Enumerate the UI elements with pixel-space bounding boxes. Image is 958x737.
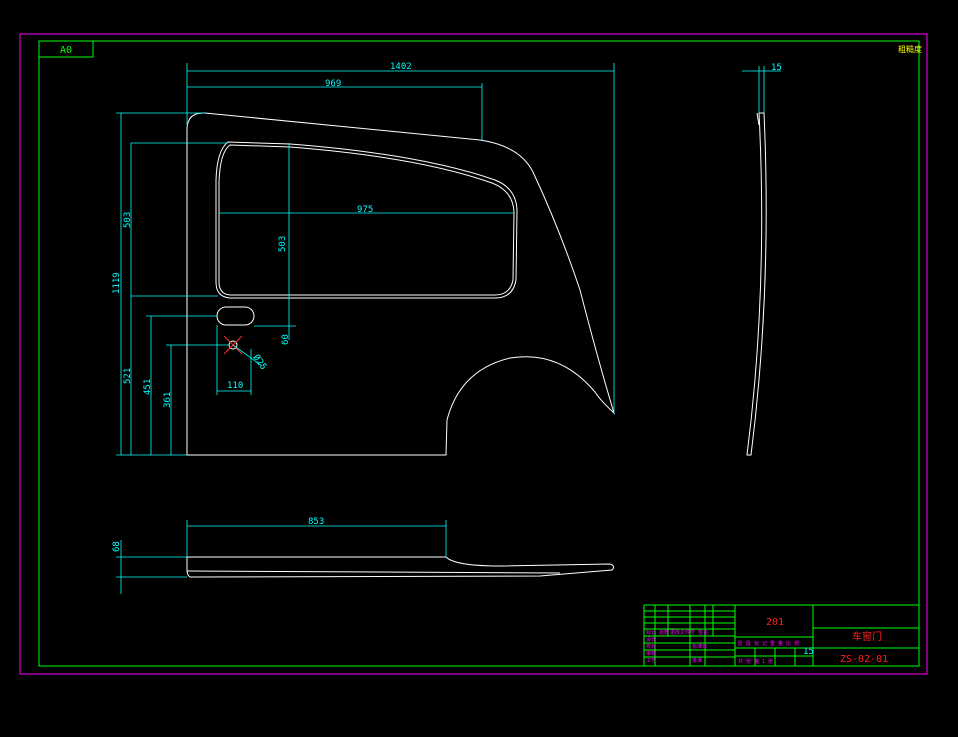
- dim-window-height: 503: [278, 236, 288, 252]
- svg-text:共 张 第 1 张: 共 张 第 1 张: [738, 658, 773, 665]
- dim-window-width: 975: [357, 205, 373, 215]
- dim-bottom-height: 68: [112, 541, 122, 552]
- side-dimension-lines: [742, 66, 781, 113]
- scale-value: 15: [803, 647, 814, 657]
- sheet-size-label: A0: [60, 45, 72, 56]
- part-name: 车窗门: [852, 630, 882, 643]
- svg-text:更改文件号 签名: 更改文件号 签名: [670, 629, 708, 636]
- svg-text:校对: 校对: [646, 643, 656, 650]
- dim-height-451: 451: [143, 379, 153, 395]
- dim-handle-offset: 110: [227, 381, 243, 391]
- cad-drawing-canvas: A0 粗糙度 1402 969 975 503 503 1119 521 451…: [19, 33, 928, 675]
- dim-hole-diameter: Ø25: [251, 352, 269, 372]
- dim-top-width: 969: [325, 79, 341, 89]
- svg-text:批准: 批准: [692, 657, 702, 664]
- outer-border: [19, 33, 928, 675]
- dimension-lines: [116, 63, 615, 456]
- door-panel-outline: [186, 112, 616, 456]
- handle-slot: [216, 306, 255, 326]
- svg-text:工艺: 工艺: [646, 658, 656, 664]
- drawing-number: ZS-02-01: [840, 654, 888, 665]
- side-profile: [746, 112, 767, 456]
- window-opening: [215, 141, 518, 299]
- dim-height-361: 361: [163, 392, 173, 408]
- material-label: 201: [766, 617, 784, 628]
- window-inner-line: [218, 144, 515, 296]
- bottom-profile: [186, 556, 615, 578]
- svg-text:审核: 审核: [646, 650, 656, 657]
- svg-text:阶 段 标 记 重 量 比 例: 阶 段 标 记 重 量 比 例: [738, 640, 799, 647]
- svg-text:标记 处数: 标记 处数: [646, 629, 669, 636]
- dim-overall-height: 1119: [112, 272, 122, 294]
- svg-text:标准化: 标准化: [692, 643, 707, 650]
- dim-lower-height: 521: [123, 368, 133, 384]
- dim-bottom-length: 853: [308, 517, 324, 527]
- roughness-mark: 粗糙度: [898, 44, 922, 54]
- dim-total-width: 1402: [390, 62, 412, 72]
- dim-handle-gap: 60: [281, 334, 291, 345]
- dim-thickness: 15: [771, 63, 782, 73]
- dim-left-height: 503: [123, 212, 133, 228]
- svg-text:设计: 设计: [646, 636, 656, 643]
